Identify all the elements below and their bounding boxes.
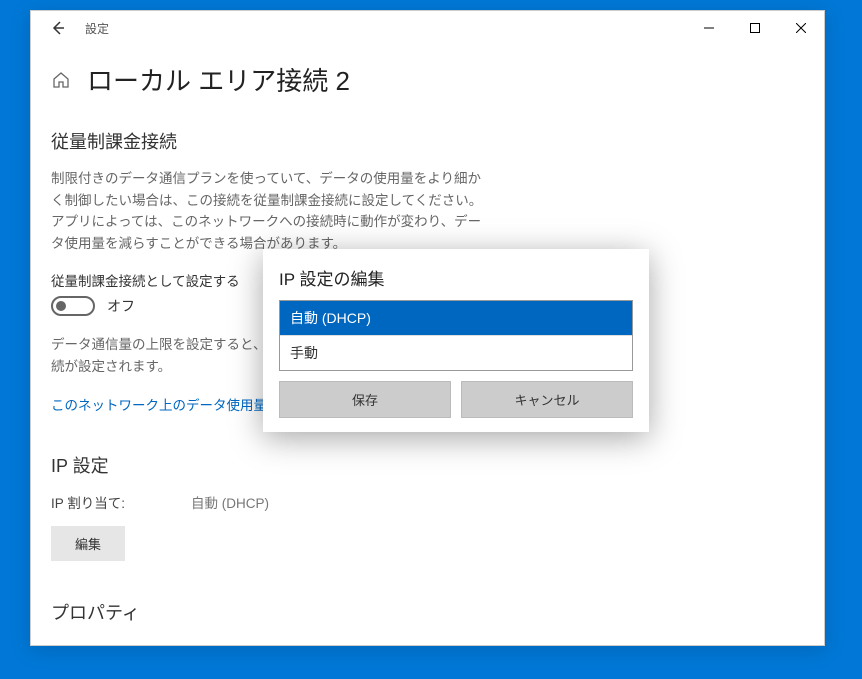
settings-window: 設定 ローカル エリア接続 2 従量制課金接続 制限付きのデータ通信プランを使っ…	[30, 10, 825, 646]
dialog-title: IP 設定の編集	[273, 265, 639, 290]
toggle-knob	[56, 301, 66, 311]
metered-description: 制限付きのデータ通信プランを使っていて、データの使用量をより細かく制御したい場合…	[51, 168, 491, 254]
page-title: ローカル エリア接続 2	[87, 61, 350, 98]
back-button[interactable]	[43, 13, 73, 43]
close-icon	[796, 23, 806, 33]
minimize-icon	[704, 23, 714, 33]
titlebar: 設定	[31, 11, 824, 45]
ip-section-title: IP 設定	[51, 452, 804, 478]
cancel-button[interactable]: キャンセル	[461, 381, 633, 418]
dropdown-option-manual[interactable]: 手動	[280, 336, 632, 370]
ip-assign-value: 自動 (DHCP)	[191, 492, 269, 512]
maximize-icon	[750, 23, 760, 33]
window-controls	[686, 13, 824, 43]
close-button[interactable]	[778, 13, 824, 43]
ip-assign-row: IP 割り当て: 自動 (DHCP)	[51, 492, 804, 512]
metered-toggle[interactable]	[51, 296, 95, 316]
metered-section-title: 従量制課金接続	[51, 128, 804, 154]
save-button[interactable]: 保存	[279, 381, 451, 418]
minimize-button[interactable]	[686, 13, 732, 43]
ip-edit-dialog: IP 設定の編集 自動 (DHCP) 手動 保存 キャンセル	[263, 249, 649, 432]
dialog-buttons: 保存 キャンセル	[279, 381, 633, 418]
window-title: 設定	[85, 20, 109, 37]
back-arrow-icon	[50, 20, 66, 36]
ip-assign-label: IP 割り当て:	[51, 492, 191, 512]
dropdown-option-auto[interactable]: 自動 (DHCP)	[280, 301, 632, 336]
ip-edit-button[interactable]: 編集	[51, 526, 125, 561]
page-header: ローカル エリア接続 2	[51, 61, 804, 98]
maximize-button[interactable]	[732, 13, 778, 43]
home-icon[interactable]	[51, 70, 71, 90]
properties-section-title: プロパティ	[51, 599, 804, 625]
metered-toggle-state: オフ	[107, 296, 135, 316]
ip-mode-dropdown[interactable]: 自動 (DHCP) 手動	[279, 300, 633, 371]
